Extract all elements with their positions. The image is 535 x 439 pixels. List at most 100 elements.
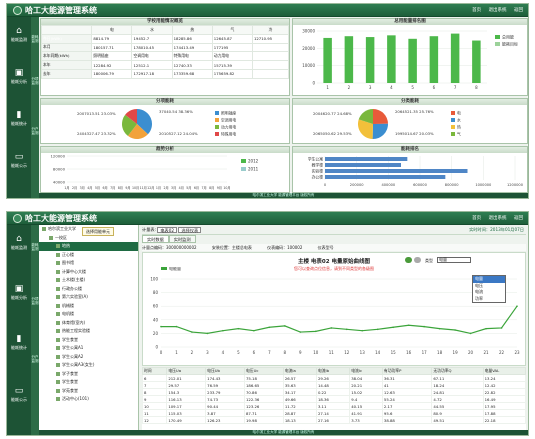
app-title: 哈工大能源管理系统 <box>25 214 97 223</box>
tree-node[interactable]: 学生公寓A1 <box>39 344 138 353</box>
itemized-energy-panel: 分项能耗 2007013.51 23.03% 37040.54 38.36% 240… <box>40 98 290 144</box>
subnav-item[interactable]: 分户监测 <box>31 355 39 363</box>
col-header: 气 <box>211 25 253 35</box>
tree-node[interactable]: 计算中心大楼 <box>39 268 138 277</box>
subnav-item[interactable]: 能耗监测 <box>31 35 39 43</box>
table-cell: 22.18 <box>482 416 527 424</box>
tree-node[interactable]: 正心楼 <box>39 251 138 260</box>
col-header: 冷 <box>251 25 290 35</box>
nav-publicity[interactable]: ▭ 能耗公示 <box>9 385 29 409</box>
tree-node[interactable]: 电机楼 <box>39 310 138 319</box>
tree-node[interactable]: 体育馆(室内) <box>39 319 138 328</box>
table-row: 8 154.3 233.79 70.86 34.17 0.22 15.02 12.63 24.8… <box>141 388 527 396</box>
y-tick-label: 实验楼 <box>312 169 324 174</box>
table-cell: 12.63 <box>381 388 433 396</box>
bar <box>325 157 408 161</box>
table-cell: 3.11 <box>315 402 351 410</box>
tree-node-label: 体育馆(室内) <box>62 319 86 325</box>
total-energy-ranking-panel: 总用能量排名图 30000 20000 10000 0 1 2 3 4 5 6 7 8 总用能 能耗目标 <box>292 18 528 96</box>
tree-node[interactable]: 学苑食堂 <box>39 387 138 396</box>
x-tick-label: 10 <box>313 350 319 355</box>
table-cell: 186.65 <box>244 381 284 389</box>
home-link[interactable]: 首页 <box>472 8 481 13</box>
tree-node-label: 计算中心大楼 <box>62 268 86 274</box>
y-tick-label: 20000 <box>302 46 315 51</box>
tab-realtime-data[interactable]: 实时数据 <box>142 235 169 243</box>
subnav-item[interactable]: 分项监测 <box>31 297 39 305</box>
logout-link[interactable]: 退出系统 <box>489 8 507 13</box>
pie-callout: 2004620.77 24.68% <box>313 111 352 116</box>
table-cell: 24.81 <box>431 388 484 396</box>
type-select[interactable]: 电量 <box>437 257 471 263</box>
tree-node-label: 哈尔滨工业大学 <box>48 226 76 231</box>
nav-statistics[interactable]: ▮ 能耗统计 <box>9 333 29 357</box>
tree-node[interactable]: 学生公寓A2 <box>39 353 138 362</box>
header-links: 首页 退出系统 返回 <box>466 215 523 221</box>
tree-node[interactable]: 地热 <box>39 242 138 251</box>
table-cell: 175659.82 <box>211 68 253 79</box>
meter-select[interactable]: 电表02 <box>157 227 178 233</box>
tree-node[interactable]: 土木楼(主楼) <box>39 276 138 285</box>
legend-label: 空调用电 <box>221 118 236 123</box>
x-tick-label: 11 <box>329 350 335 355</box>
x-tick-label: 4月 <box>87 186 92 190</box>
data-point <box>175 325 178 328</box>
data-point <box>253 329 255 332</box>
tree-node[interactable]: 行政办公楼 <box>39 285 138 294</box>
dropdown-option[interactable]: 功率 <box>473 296 505 303</box>
table-cell: 17.88 <box>482 409 527 417</box>
nav-monitor[interactable]: ⌂ 能耗监测 <box>9 233 29 257</box>
col-header: 电量VAL <box>482 367 527 375</box>
table-cell: 11 <box>141 409 168 417</box>
nav-publicity[interactable]: ▭ 能耗公示 <box>9 151 29 175</box>
refresh-icon[interactable] <box>405 257 412 263</box>
home-link[interactable]: 首页 <box>472 216 481 221</box>
energy-ranking-panel: 能耗排名 0 200000 400000 600000 800000 1000000 120… <box>292 146 528 193</box>
col-header: 电压Ua <box>166 367 207 375</box>
subnav-item[interactable]: 分户监测 <box>31 127 39 135</box>
folder-icon <box>56 252 60 257</box>
legend-swatch <box>241 167 246 171</box>
tree-node[interactable]: 学生公寓A3(女生) <box>39 361 138 370</box>
table-row: 10 109.17 90.44 123.26 11.72 3.11 40.15 2.17 44.… <box>141 402 527 410</box>
tab-realtime-monitor[interactable]: 实时监测 <box>168 235 196 243</box>
tree-node[interactable]: 学生食堂 <box>39 378 138 387</box>
back-link[interactable]: 返回 <box>514 216 523 221</box>
tree-node[interactable]: 图书馆 <box>39 259 138 268</box>
bar <box>325 169 468 173</box>
table-cell: 20.21 <box>349 381 383 389</box>
table-cell: 170.49 <box>166 416 207 424</box>
tree-node[interactable]: 活动中心(101) <box>39 395 138 404</box>
meter-type-select[interactable]: 选择仪表 <box>178 227 202 233</box>
table-cell: 40.15 <box>349 402 383 410</box>
x-tick-label: 5月 <box>186 186 191 190</box>
table-row: 12 170.49 126.23 19.98 18.13 27.16 3.73 38.88 49… <box>141 416 527 424</box>
table-cell: 10 <box>141 402 168 410</box>
table-cell: 233.79 <box>205 388 245 396</box>
nav-analysis[interactable]: ▣ 能耗分析 <box>9 67 29 91</box>
nav-analysis[interactable]: ▣ 能耗分析 <box>9 283 29 307</box>
tree-node[interactable]: 热能工程实验楼 <box>39 327 138 336</box>
table-cell: 122.36 <box>244 395 284 403</box>
table-cell: 174413.49 <box>171 42 213 53</box>
settings-icon[interactable] <box>414 257 421 263</box>
footer: 哈尔滨工业大学 能源管理平台 版权所有 <box>39 430 528 435</box>
logout-link[interactable]: 退出系统 <box>489 216 507 221</box>
folder-icon <box>56 354 60 359</box>
nav-monitor[interactable]: ⌂ 能耗监测 <box>9 25 29 49</box>
y-tick-label: 学生公寓 <box>308 157 323 162</box>
tree-node[interactable]: 学子食堂 <box>39 370 138 379</box>
tree-node-label: 学苑食堂 <box>62 387 78 393</box>
tree-node[interactable]: 学生食堂 <box>39 336 138 345</box>
tree-node[interactable]: 第六实验室(A) <box>39 293 138 302</box>
tree-node[interactable]: 机械楼 <box>39 302 138 311</box>
subnav-item[interactable]: 分项监测 <box>31 77 39 85</box>
tree-node-label: 学子食堂 <box>62 370 78 376</box>
subnav-item[interactable]: 能耗监测 <box>31 243 39 251</box>
data-point <box>222 329 224 332</box>
back-link[interactable]: 返回 <box>514 8 523 13</box>
col-header: 电流Ia <box>282 367 317 375</box>
x-tick-label: 3月 <box>80 186 85 190</box>
x-tick-label: 4月 <box>179 186 184 190</box>
nav-statistics[interactable]: ▮ 能耗统计 <box>9 109 29 133</box>
